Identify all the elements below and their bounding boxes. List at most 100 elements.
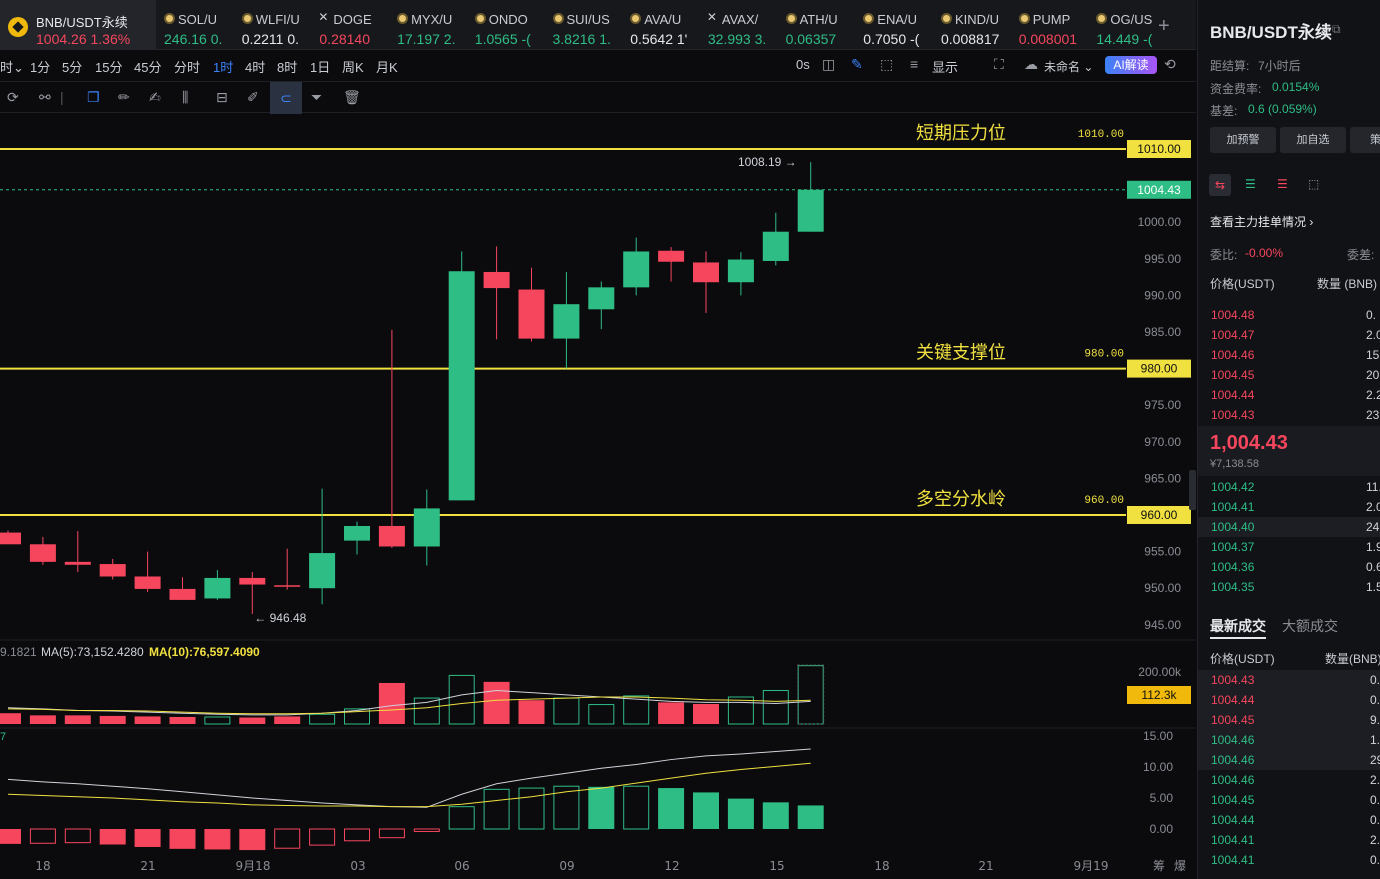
candle-body bbox=[378, 525, 405, 547]
timeframe-6[interactable]: 4时 bbox=[245, 57, 265, 76]
ticker-tab[interactable]: WLFI/U 0.2211 0. bbox=[234, 0, 312, 50]
ticker-tab[interactable]: KIND/U 0.008817 bbox=[933, 0, 1011, 50]
orderbook-row[interactable]: 1004.46 15.6 bbox=[1198, 345, 1380, 365]
ticker-tab[interactable]: SUI/US 3.8216 1. bbox=[545, 0, 623, 50]
trade-row[interactable]: 1004.41 0. bbox=[1198, 850, 1380, 870]
trade-row[interactable]: 1004.46 29. bbox=[1198, 750, 1380, 770]
x-tick-label: 06 bbox=[454, 859, 469, 873]
tab-latest-trades[interactable]: 最新成交 bbox=[1210, 616, 1266, 636]
orderbook-row[interactable]: 1004.36 0.6 bbox=[1198, 557, 1380, 577]
ticker-tab[interactable]: ONDO 1.0565 -( bbox=[467, 0, 545, 50]
macd-y-tick: 15.00 bbox=[1143, 729, 1173, 743]
orderbook-row[interactable]: 1004.42 11.7 bbox=[1198, 477, 1380, 497]
diff-label: 委差: bbox=[1347, 248, 1375, 262]
orderbook-row[interactable]: 1004.40 24.6 bbox=[1198, 517, 1380, 537]
display-button[interactable]: 显示 bbox=[932, 57, 958, 76]
row-qty: 23.6 bbox=[1366, 408, 1380, 422]
timeframe-10[interactable]: 月K bbox=[376, 57, 398, 76]
orderbook-row[interactable]: 1004.35 1.5 bbox=[1198, 577, 1380, 597]
add-watchlist-button[interactable]: 加自选 bbox=[1280, 127, 1346, 153]
strategy-button[interactable]: 策 bbox=[1350, 127, 1380, 153]
filter-icon[interactable]: ⏷ bbox=[311, 89, 322, 106]
timeframe-3[interactable]: 45分 bbox=[134, 57, 161, 76]
layout-name[interactable]: 未命名 ⌄ bbox=[1044, 58, 1093, 75]
timeframe-9[interactable]: 周K bbox=[342, 57, 364, 76]
row-price: 1004.46 bbox=[1211, 773, 1255, 787]
ticker-tab[interactable]: ✕ DOGE 0.28140 bbox=[311, 0, 389, 50]
view-main-orders-link[interactable]: 查看主力挂单情况 › bbox=[1210, 213, 1313, 230]
trade-row[interactable]: 1004.44 0. bbox=[1198, 810, 1380, 830]
magnet-active-icon[interactable]: ⊂ bbox=[270, 82, 302, 114]
macd-bar bbox=[378, 828, 405, 839]
pen-icon[interactable]: ✎ bbox=[851, 56, 863, 73]
magnet-icon[interactable]: ⚯ bbox=[39, 89, 51, 106]
orderbook-row[interactable]: 1004.41 2.0 bbox=[1198, 497, 1380, 517]
add-tab-icon[interactable]: + bbox=[1158, 15, 1170, 38]
list-icon[interactable]: ≡ bbox=[910, 56, 918, 72]
replay-icon[interactable]: ⟳ bbox=[7, 89, 19, 106]
add-alert-button[interactable]: 加预警 bbox=[1210, 127, 1276, 153]
row-price: 1004.45 bbox=[1211, 793, 1255, 807]
copy-title-icon[interactable]: ⧉ bbox=[1332, 22, 1341, 37]
timeframe-0[interactable]: 1分 bbox=[30, 57, 50, 76]
trade-col-price: 价格(USDT) bbox=[1210, 652, 1275, 666]
timeframe-8[interactable]: 1日 bbox=[310, 57, 330, 76]
ticker-name: KIND/U bbox=[955, 12, 1000, 27]
ticker-tab[interactable]: MYX/U 17.197 2. bbox=[389, 0, 467, 50]
orderbook-row[interactable]: 1004.45 20.8 bbox=[1198, 365, 1380, 385]
orderbook-row[interactable]: 1004.44 2.2 bbox=[1198, 385, 1380, 405]
orderbook-both-icon[interactable]: ⇆ bbox=[1209, 174, 1231, 196]
ticker-tab[interactable]: AVA/U 0.5642 1' bbox=[622, 0, 700, 50]
timeframe-menu[interactable]: 时⌄ bbox=[0, 57, 24, 76]
row-qty: 0.6 bbox=[1366, 560, 1380, 574]
camera-icon[interactable]: ◫ bbox=[822, 56, 835, 73]
orderbook-depth-icon[interactable]: ⬚ bbox=[1308, 177, 1319, 191]
trade-row[interactable]: 1004.41 2. bbox=[1198, 830, 1380, 850]
trade-row[interactable]: 1004.45 0. bbox=[1198, 790, 1380, 810]
timeframe-2[interactable]: 15分 bbox=[95, 57, 122, 76]
trade-row[interactable]: 1004.44 0. bbox=[1198, 690, 1380, 710]
trade-row[interactable]: 1004.46 2. bbox=[1198, 770, 1380, 790]
brush-icon[interactable]: ✍ bbox=[149, 89, 161, 106]
volume-bar bbox=[99, 715, 126, 724]
orderbook-row[interactable]: 1004.43 23.6 bbox=[1198, 405, 1380, 425]
lock-icon[interactable]: ⊟ bbox=[216, 89, 228, 106]
volume-bar bbox=[0, 713, 21, 724]
ticker-price: 1.0565 -( bbox=[474, 31, 531, 47]
trade-row[interactable]: 1004.46 1. bbox=[1198, 730, 1380, 750]
trade-row[interactable]: 1004.45 9. bbox=[1198, 710, 1380, 730]
tab-large-trades[interactable]: 大额成交 bbox=[1282, 616, 1338, 636]
ticker-tab[interactable]: ✕ AVAX/32.993 3. bbox=[700, 0, 778, 50]
timeframe-1[interactable]: 5分 bbox=[62, 57, 82, 76]
drawing-toolbar: ⟳ ⚯ | ❐ ✏ ✍ ⫼ ⊟ ✐ ⊂ ⏷ 🗑 bbox=[0, 81, 1196, 114]
orderbook-bids-icon[interactable]: ☰ bbox=[1245, 177, 1256, 191]
timeframe-4[interactable]: 分时 bbox=[174, 57, 200, 76]
orderbook-row[interactable]: 1004.48 0. bbox=[1198, 305, 1380, 325]
ticker-tab[interactable]: SOL/U 246.16 0. bbox=[156, 0, 234, 50]
settle-label: 距结算: bbox=[1210, 59, 1250, 73]
pencil-icon[interactable]: ✏ bbox=[118, 89, 130, 106]
timeframe-7[interactable]: 8时 bbox=[277, 57, 297, 76]
ticker-tab[interactable]: PUMP 0.008001 bbox=[1011, 0, 1089, 50]
ticker-tab[interactable]: OG/US 14.449 -( bbox=[1088, 0, 1166, 50]
trade-row[interactable]: 1004.43 0. bbox=[1198, 670, 1380, 690]
cursor-icon[interactable]: ⬚ bbox=[880, 56, 893, 73]
trash-icon[interactable]: 🗑 bbox=[343, 89, 361, 106]
copy-icon[interactable]: ❐ bbox=[87, 89, 100, 106]
orderbook-row[interactable]: 1004.47 2.0 bbox=[1198, 325, 1380, 345]
orderbook-row[interactable]: 1004.37 1.9 bbox=[1198, 537, 1380, 557]
cloud-icon[interactable]: ☁ bbox=[1024, 56, 1038, 73]
row-price: 1004.45 bbox=[1211, 368, 1255, 382]
coin-icon bbox=[1096, 13, 1108, 24]
ticker-tab[interactable]: ATH/U 0.06357 bbox=[778, 0, 856, 50]
price-chart[interactable]: 1000.00 995.00 990.00 985.00 975.00 970.00 965… bbox=[0, 113, 1196, 879]
timeframe-5[interactable]: 1时 bbox=[213, 57, 233, 76]
ticker-tab[interactable]: ENA/U 0.7050 -( bbox=[855, 0, 933, 50]
edit-icon[interactable]: ✐ bbox=[247, 89, 259, 106]
share-icon[interactable]: ⟲ bbox=[1164, 56, 1176, 73]
ai-analysis-button[interactable]: AI解读 bbox=[1105, 56, 1157, 74]
ticker-tab[interactable]: BNB/USDT永续 1004.26 1.36% bbox=[0, 0, 156, 50]
candles-icon[interactable]: ⫼ bbox=[182, 89, 188, 106]
fullscreen-icon[interactable]: ⛶ bbox=[994, 56, 1004, 73]
orderbook-asks-icon[interactable]: ☰ bbox=[1277, 177, 1288, 191]
